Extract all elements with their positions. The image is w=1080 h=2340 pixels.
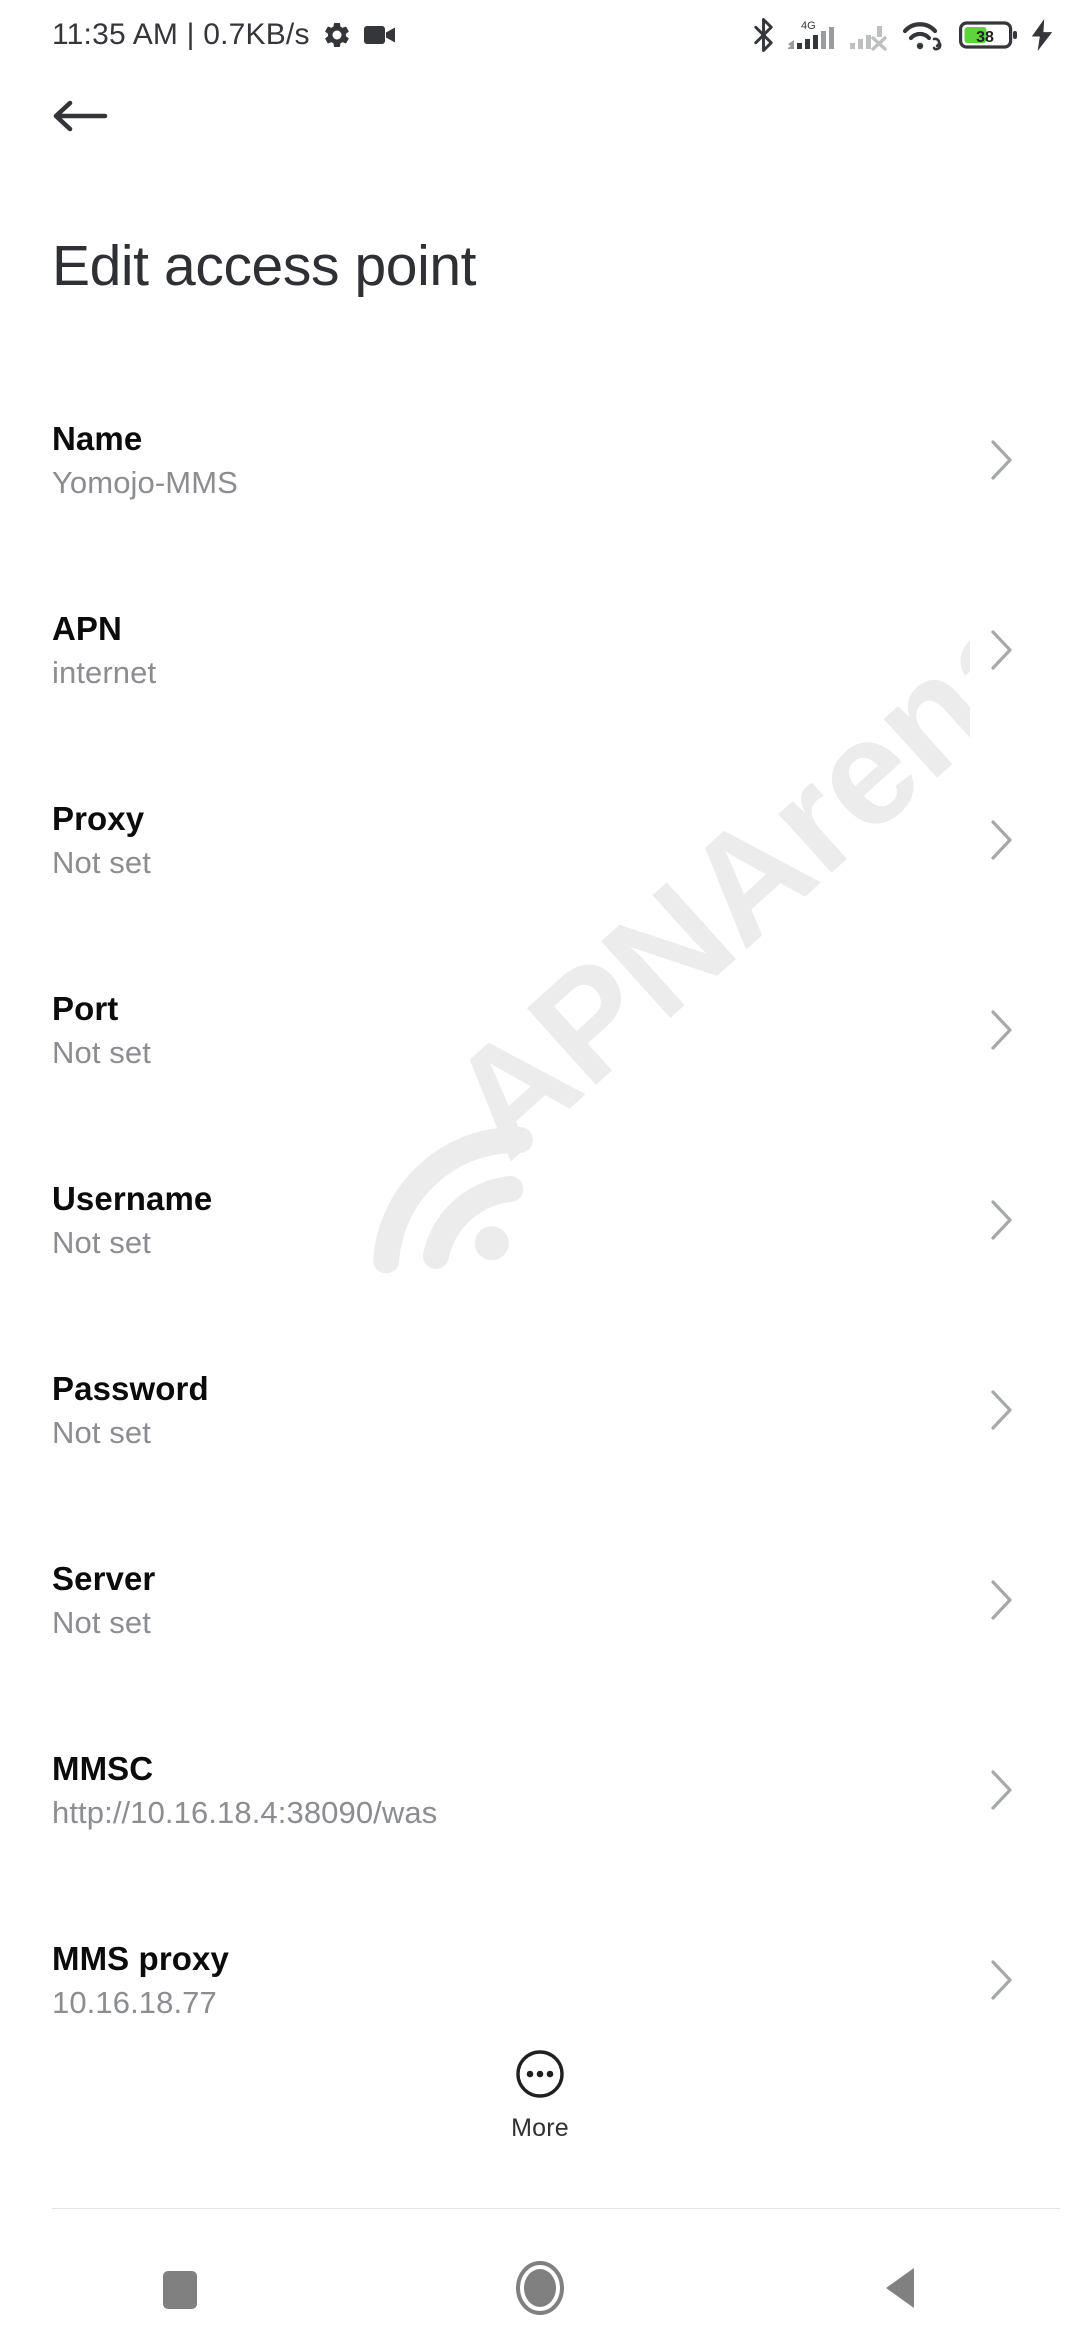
row-value: http://10.16.18.4:38090/was [52, 1795, 438, 1830]
nav-recents-button[interactable] [0, 2240, 360, 2340]
row-value: Not set [52, 845, 151, 880]
svg-text:4G: 4G [801, 20, 816, 32]
chevron-right-icon [984, 1006, 1018, 1054]
chevron-right-icon [984, 1576, 1018, 1624]
system-navigation-bar [0, 2240, 1080, 2340]
signal-4g-icon: 4G [786, 18, 838, 52]
row-value: Not set [52, 1225, 151, 1260]
status-clock: 11:35 AM | 0.7KB/s [52, 18, 310, 51]
bluetooth-icon [752, 18, 775, 52]
chevron-right-icon [984, 626, 1018, 674]
status-bar: 11:35 AM | 0.7KB/s 4G 38 [0, 0, 1080, 70]
chevron-right-icon [984, 1196, 1018, 1244]
row-title: MMS proxy [52, 1940, 229, 1977]
row-title: Proxy [52, 800, 145, 837]
video-camera-icon [363, 23, 396, 47]
status-bar-left: 11:35 AM | 0.7KB/s [52, 18, 396, 52]
list-item[interactable]: APN internet [0, 590, 1080, 780]
list-item[interactable]: Password Not set [0, 1350, 1080, 1540]
row-value: Yomojo-MMS [52, 465, 238, 500]
list-item[interactable]: Proxy Not set [0, 780, 1080, 970]
list-item[interactable]: MMSC http://10.16.18.4:38090/was [0, 1730, 1080, 1920]
gear-icon [322, 20, 352, 50]
wifi-icon [902, 18, 948, 52]
row-title: Name [52, 420, 143, 457]
nav-home-button[interactable] [360, 2240, 720, 2340]
row-title: Password [52, 1370, 209, 1407]
row-title: Username [52, 1180, 213, 1217]
row-value: Not set [52, 1605, 151, 1640]
row-value: internet [52, 655, 157, 690]
list-item[interactable]: Server Not set [0, 1540, 1080, 1730]
row-title: APN [52, 610, 122, 647]
top-app-bar [0, 70, 1080, 170]
square-recents-icon [163, 2271, 197, 2309]
signal-sim2-off-icon [849, 18, 891, 52]
chevron-right-icon [984, 1766, 1018, 1814]
back-button[interactable] [44, 82, 116, 154]
chevron-right-icon [984, 1386, 1018, 1434]
more-button[interactable]: More [0, 2048, 1080, 2188]
circle-home-icon [514, 2259, 566, 2322]
chevron-right-icon [984, 436, 1018, 484]
triangle-back-icon [880, 2264, 920, 2317]
row-title: Server [52, 1560, 156, 1597]
row-value: Not set [52, 1415, 151, 1450]
overflow-dots-circle-icon [514, 2048, 566, 2105]
list-item[interactable]: Username Not set [0, 1160, 1080, 1350]
row-value: 10.16.18.77 [52, 1985, 217, 2020]
arrow-left-icon [51, 96, 109, 141]
chevron-right-icon [984, 1956, 1018, 2004]
battery-icon: 38 [959, 19, 1019, 51]
row-title: MMSC [52, 1750, 154, 1787]
row-title: Port [52, 990, 119, 1027]
status-bar-right: 4G 38 [752, 18, 1054, 52]
chevron-right-icon [984, 816, 1018, 864]
page-title: Edit access point [52, 234, 477, 298]
battery-percent-text: 38 [976, 29, 994, 46]
nav-back-button[interactable] [720, 2240, 1080, 2340]
bottom-divider [52, 2208, 1060, 2209]
list-item[interactable]: Port Not set [0, 970, 1080, 1160]
charging-bolt-icon [1030, 19, 1054, 51]
list-item[interactable]: Name Yomojo-MMS [0, 400, 1080, 590]
row-value: Not set [52, 1035, 151, 1070]
settings-list: Name Yomojo-MMS APN internet Proxy Not s… [0, 400, 1080, 2110]
more-label: More [511, 2114, 569, 2142]
